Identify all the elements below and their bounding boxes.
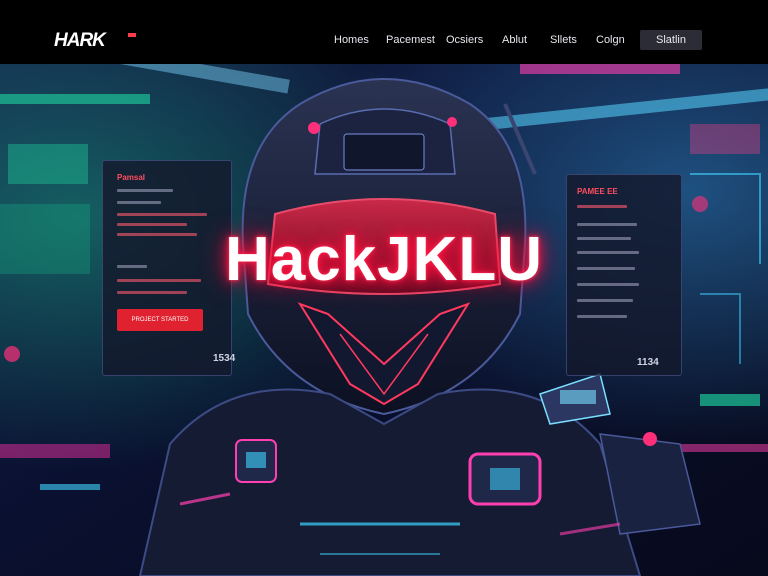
cta-button[interactable]: Slatlin — [640, 30, 702, 50]
brand-logo-mark — [128, 33, 136, 37]
panel-left-line — [117, 201, 161, 204]
nav-link-pacemest[interactable]: Pacemest — [386, 34, 446, 46]
panel-right-title: PAMEE EE — [577, 187, 618, 196]
nav-link-homes[interactable]: Homes — [334, 34, 386, 46]
panel-left-number: 1534 — [213, 353, 236, 364]
nav-link-sllets[interactable]: Sllets — [550, 34, 596, 46]
hero-headline: HackJKLU — [224, 225, 544, 294]
panel-right-line — [577, 205, 627, 208]
panel-left-line — [117, 189, 173, 192]
panel-left-title: Pamsal — [117, 173, 146, 182]
panel-left-line — [117, 213, 207, 216]
hero-banner: Pamsal PROJECT STARTED 1534 PAMEE EE 113… — [0, 64, 768, 576]
nav-link-ablut[interactable]: Ablut — [502, 34, 550, 46]
panel-right-line — [577, 315, 627, 318]
panel-right-number: 1134 — [637, 357, 659, 368]
panel-right-line — [577, 299, 633, 302]
nav-link-colgn[interactable]: Colgn — [596, 34, 626, 46]
brand-logo[interactable]: HARK — [54, 30, 106, 52]
nav-link-ocsiers[interactable]: Ocsiers — [446, 34, 502, 46]
top-navigation-bar: HARK Homes Pacemest Ocsiers Ablut Sllets… — [0, 0, 768, 64]
main-nav: Homes Pacemest Ocsiers Ablut Sllets Colg… — [334, 34, 626, 46]
panel-left-button[interactable]: PROJECT STARTED — [117, 309, 203, 331]
